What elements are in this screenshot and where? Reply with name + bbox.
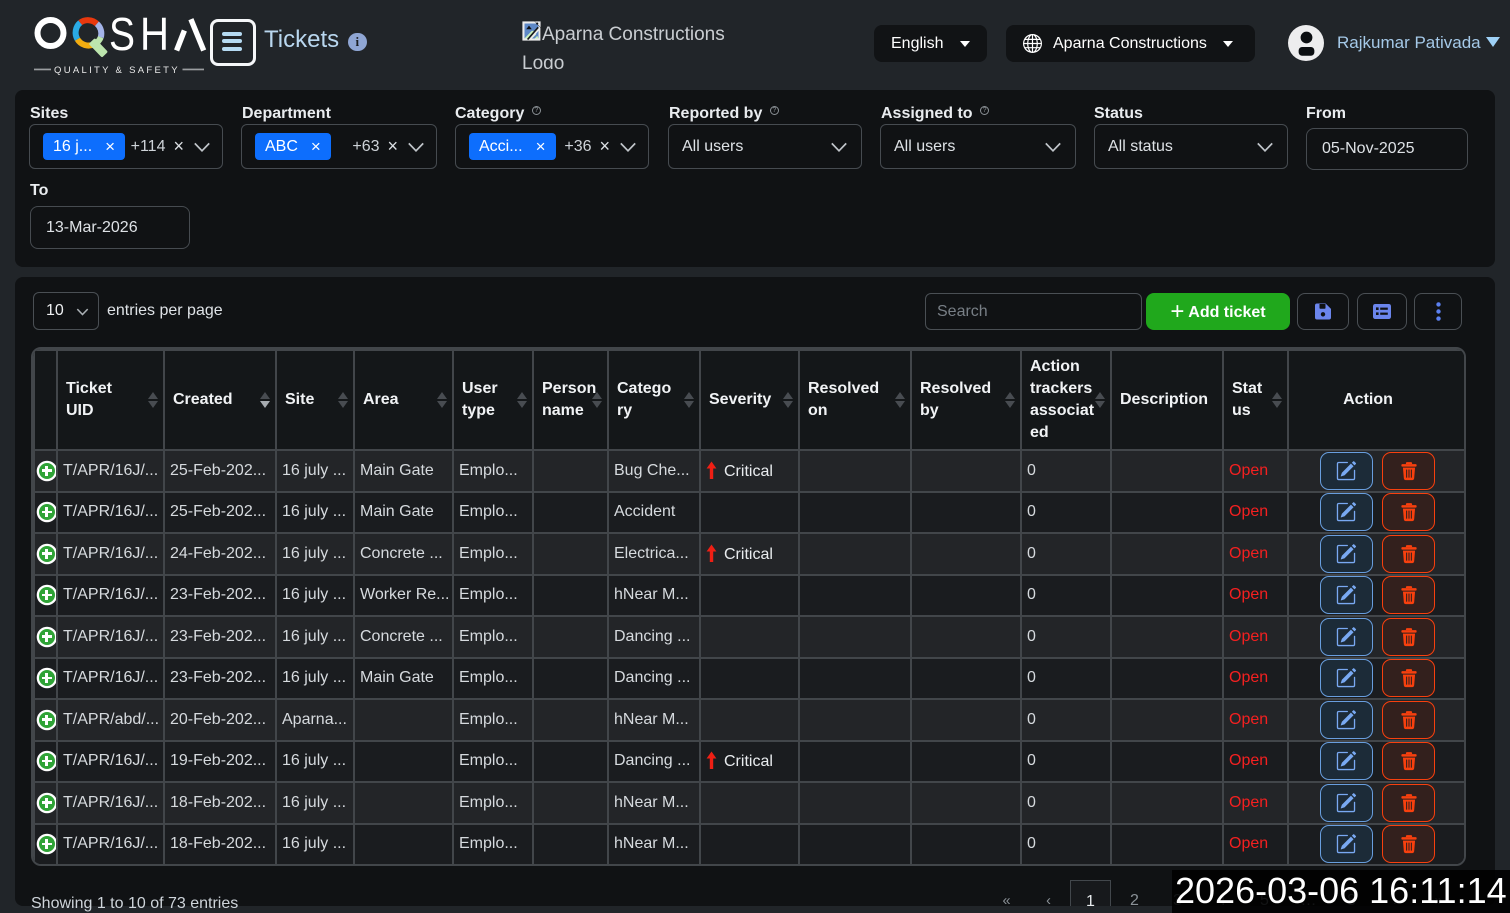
svg-text:QUALITY & SAFETY: QUALITY & SAFETY [54, 65, 180, 76]
svg-text:S: S [109, 12, 135, 60]
svg-text:H: H [140, 12, 169, 60]
